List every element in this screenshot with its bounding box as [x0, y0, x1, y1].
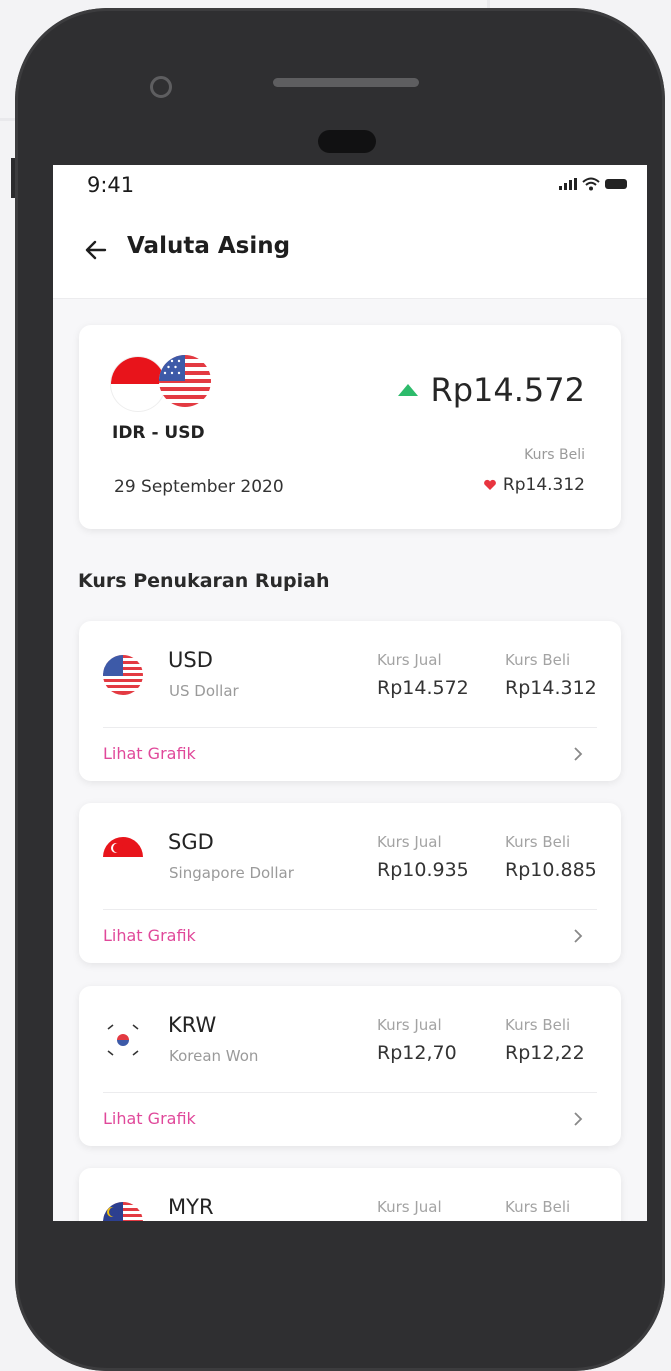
kurs-jual-value: Rp12,70 [377, 1042, 457, 1064]
id-flag-icon [111, 357, 165, 411]
kurs-jual-label: Kurs Jual [377, 1016, 442, 1034]
status-icons [559, 177, 627, 191]
chevron-right-icon[interactable] [571, 927, 585, 945]
speaker-grille [273, 78, 419, 87]
kurs-beli-label: Kurs Beli [505, 1016, 571, 1034]
kr-flag-icon [103, 1020, 143, 1060]
signal-icon [559, 178, 577, 190]
rate-card-usd[interactable]: USD US Dollar Kurs Jual Rp14.572 Kurs Be… [79, 621, 621, 781]
rate-card-myr[interactable]: MYR Kurs Jual Kurs Beli [79, 1168, 621, 1221]
divider [103, 1092, 597, 1093]
sg-flag-icon [103, 837, 143, 877]
kurs-beli-value: Rp14.312 [502, 475, 585, 495]
wifi-icon [582, 177, 600, 191]
app-screen: 9:41 Valuta Asing IDR - USD 29 September… [53, 165, 647, 1221]
kurs-beli-value: Rp10.885 [505, 859, 597, 881]
back-arrow-icon[interactable] [83, 237, 109, 263]
kurs-beli: Rp14.312 [483, 475, 585, 495]
background-line [0, 118, 15, 121]
kurs-beli-label: Kurs Beli [505, 651, 571, 669]
currency-name: Korean Won [169, 1047, 259, 1065]
kurs-jual-value: Rp10.935 [377, 859, 469, 881]
chevron-right-icon[interactable] [571, 1110, 585, 1128]
lihat-grafik-link[interactable]: Lihat Grafik [103, 744, 196, 763]
earpiece [318, 130, 376, 153]
currency-code: MYR [168, 1195, 214, 1219]
kurs-jual-value: Rp14.572 [377, 677, 469, 699]
currency-code: SGD [168, 830, 214, 854]
exchange-summary-card[interactable]: IDR - USD 29 September 2020 Rp14.572 Kur… [79, 325, 621, 529]
divider [103, 727, 597, 728]
status-time: 9:41 [87, 173, 135, 197]
kurs-jual-label: Kurs Jual [377, 1198, 442, 1216]
page-title: Valuta Asing [127, 233, 291, 259]
kurs-jual-label: Kurs Jual [377, 833, 442, 851]
currency-code: KRW [168, 1013, 217, 1037]
currency-name: Singapore Dollar [169, 864, 294, 882]
rate-card-krw[interactable]: KRW Korean Won Kurs Jual Rp12,70 Kurs Be… [79, 986, 621, 1146]
kurs-jual-label: Kurs Jual [377, 651, 442, 669]
chevron-right-icon[interactable] [571, 745, 585, 763]
phone-bottom-bezel [53, 1221, 647, 1331]
kurs-beli-value: Rp12,22 [505, 1042, 585, 1064]
battery-icon [605, 179, 627, 189]
lihat-grafik-link[interactable]: Lihat Grafik [103, 1109, 196, 1128]
rate-date: 29 September 2020 [114, 477, 284, 497]
front-camera-icon [150, 76, 172, 98]
us-flag-icon [103, 655, 143, 695]
kurs-beli-label: Kurs Beli [524, 447, 585, 463]
trend-up-icon [398, 384, 419, 396]
currency-pair: IDR - USD [112, 423, 205, 443]
top-bar: 9:41 Valuta Asing [53, 165, 647, 299]
divider [103, 909, 597, 910]
currency-name: US Dollar [169, 682, 239, 700]
kurs-beli-label: Kurs Beli [505, 833, 571, 851]
my-flag-icon [103, 1202, 143, 1221]
us-flag-icon [159, 355, 211, 407]
heart-down-icon [484, 479, 496, 490]
rate-card-sgd[interactable]: SGD Singapore Dollar Kurs Jual Rp10.935 … [79, 803, 621, 963]
main-rate: Rp14.572 [398, 371, 585, 409]
currency-code: USD [168, 648, 213, 672]
kurs-beli-label: Kurs Beli [505, 1198, 571, 1216]
lihat-grafik-link[interactable]: Lihat Grafik [103, 926, 196, 945]
kurs-beli-value: Rp14.312 [505, 677, 597, 699]
side-button [11, 158, 15, 198]
section-title: Kurs Penukaran Rupiah [78, 570, 330, 592]
main-rate-value: Rp14.572 [430, 371, 585, 409]
